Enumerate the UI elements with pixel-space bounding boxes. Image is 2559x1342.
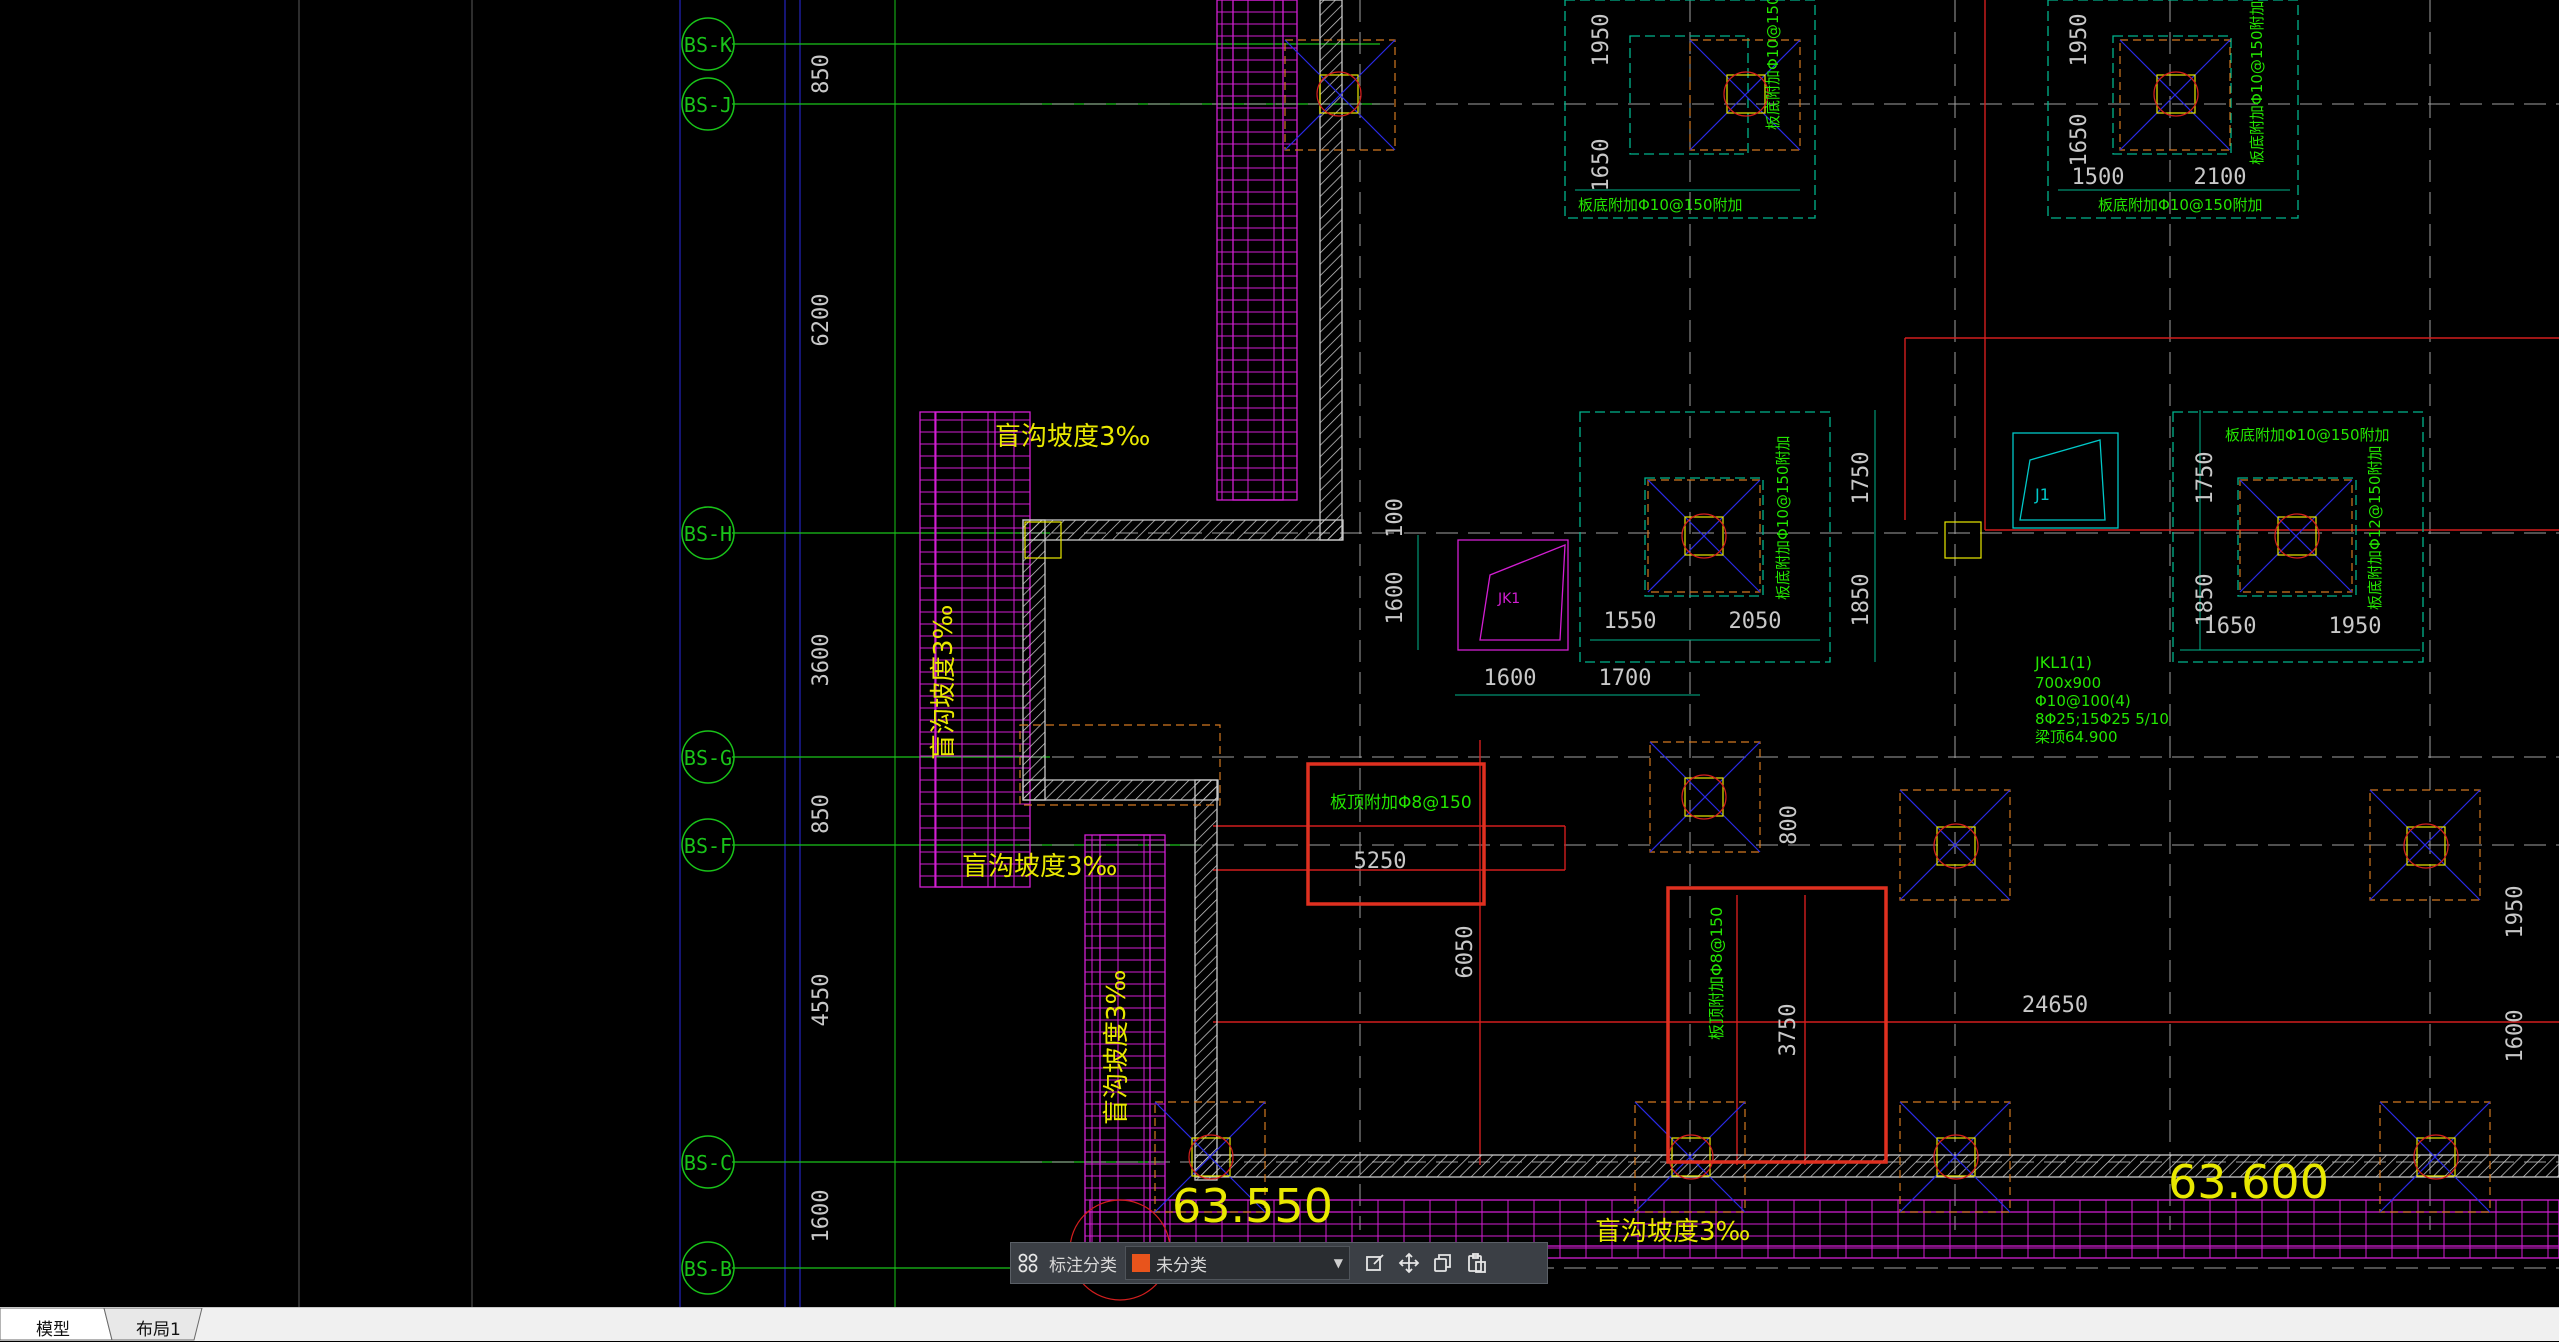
category-color-swatch xyxy=(1132,1254,1150,1272)
dim-text: 6200 xyxy=(809,294,834,347)
svg-text:2100: 2100 xyxy=(2194,165,2247,190)
svg-text:1600: 1600 xyxy=(1383,572,1408,625)
svg-text:板底附加Φ10@150附加: 板底附加Φ10@150附加 xyxy=(1774,435,1792,600)
edit-icon[interactable] xyxy=(1358,1246,1392,1280)
axis-bubble: BS-C xyxy=(681,1135,735,1189)
slope-note: 盲沟坡度3‰ xyxy=(1595,1217,1750,1247)
pit-label: J1 xyxy=(2034,485,2050,504)
annotation-category-toolbar: 标注分类 未分类 ▼ xyxy=(1010,1242,1548,1284)
svg-text:1950: 1950 xyxy=(2329,614,2382,639)
svg-text:1600: 1600 xyxy=(1484,666,1537,691)
axis-bubble: BS-H xyxy=(681,506,735,560)
svg-text:2050: 2050 xyxy=(1729,609,1782,634)
svg-text:BS-H: BS-H xyxy=(684,522,732,546)
svg-text:1650: 1650 xyxy=(1589,139,1614,192)
svg-text:1950: 1950 xyxy=(2503,886,2528,939)
svg-text:BS-C: BS-C xyxy=(684,1151,732,1175)
axis-bubble: BS-G xyxy=(681,730,735,784)
svg-text:1500: 1500 xyxy=(2072,165,2125,190)
svg-text:6050: 6050 xyxy=(1453,926,1478,979)
move-icon[interactable] xyxy=(1392,1246,1426,1280)
svg-text:板底附加Φ10@150附加: 板底附加Φ10@150附加 xyxy=(2248,0,2266,165)
layout-grid-icon[interactable] xyxy=(1011,1246,1045,1280)
svg-text:800: 800 xyxy=(1777,805,1802,845)
svg-text:梁顶64.900: 梁顶64.900 xyxy=(2035,728,2118,746)
elevation-mark: 63.600 xyxy=(2168,1155,2329,1209)
dim-text: 850 xyxy=(809,54,834,94)
axis-bubble: BS-F xyxy=(681,818,735,872)
svg-text:5250: 5250 xyxy=(1354,849,1407,874)
category-select[interactable]: 未分类 ▼ xyxy=(1125,1246,1350,1280)
svg-text:1950: 1950 xyxy=(2067,14,2092,67)
svg-text:1650: 1650 xyxy=(2204,614,2257,639)
svg-text:24650: 24650 xyxy=(2022,993,2088,1018)
svg-text:板顶附加Φ8@150: 板顶附加Φ8@150 xyxy=(1330,793,1472,813)
svg-text:板底附加Φ10@150附加: 板底附加Φ10@150附加 xyxy=(1764,0,1782,130)
svg-text:BS-K: BS-K xyxy=(684,33,732,57)
svg-text:BS-B: BS-B xyxy=(684,1257,732,1281)
cad-drawing[interactable]: BS-K BS-J BS-H BS-G BS-F BS-C BS-B 850 6… xyxy=(0,0,2559,1307)
dim-text: 4550 xyxy=(809,974,834,1027)
svg-text:板顶附加Φ8@150: 板顶附加Φ8@150 xyxy=(1707,907,1726,1040)
vertical-dimensions: 850 6200 3600 850 4550 1600 xyxy=(809,54,834,1242)
svg-text:1550: 1550 xyxy=(1604,609,1657,634)
jkl-title: JKL1(1) xyxy=(2034,653,2092,672)
svg-text:1650: 1650 xyxy=(2067,114,2092,167)
pit-label: JK1 xyxy=(1497,591,1520,607)
svg-text:1950: 1950 xyxy=(1589,14,1614,67)
slope-notes: 盲沟坡度3‰ 盲沟坡度3‰ 盲沟坡度3‰ 盲沟坡度3‰ 盲沟坡度3‰ xyxy=(929,422,1750,1247)
layout-tab-bar: 模型 布局1 xyxy=(0,1307,2559,1341)
svg-text:板底附加Φ10@150附加: 板底附加Φ10@150附加 xyxy=(2225,426,2390,444)
svg-text:板底附加Φ10@150附加: 板底附加Φ10@150附加 xyxy=(2098,196,2263,214)
svg-text:1850: 1850 xyxy=(1849,574,1874,627)
svg-text:BS-F: BS-F xyxy=(684,834,732,858)
category-label: 标注分类 xyxy=(1049,1255,1117,1276)
axis-bubble: BS-J xyxy=(681,77,735,131)
selection-box-5250 xyxy=(1306,762,1486,906)
svg-text:8Φ25;15Φ25 5/10: 8Φ25;15Φ25 5/10 xyxy=(2035,710,2169,728)
slope-note: 盲沟坡度3‰ xyxy=(1102,970,1132,1125)
slope-note: 盲沟坡度3‰ xyxy=(962,852,1117,882)
category-value: 未分类 xyxy=(1156,1255,1207,1276)
svg-text:3750: 3750 xyxy=(1776,1004,1801,1057)
paste-icon[interactable] xyxy=(1460,1246,1494,1280)
footings xyxy=(1564,0,2424,663)
dim-text: 1600 xyxy=(809,1190,834,1243)
slope-note: 盲沟坡度3‰ xyxy=(995,422,1150,452)
axis-bubbles: BS-K BS-J BS-H BS-G BS-F BS-C BS-B xyxy=(681,17,735,1295)
axis-bubble: BS-B xyxy=(681,1241,735,1295)
svg-text:板底附加Φ10@150附加: 板底附加Φ10@150附加 xyxy=(1578,196,1743,214)
svg-text:BS-G: BS-G xyxy=(684,746,732,770)
svg-text:1700: 1700 xyxy=(1599,666,1652,691)
tab-model[interactable]: 模型 xyxy=(36,1315,70,1340)
svg-text:100: 100 xyxy=(1383,498,1408,538)
tab-layout1[interactable]: 布局1 xyxy=(136,1315,181,1340)
frame-lines xyxy=(298,0,896,1307)
svg-text:1600: 1600 xyxy=(2503,1010,2528,1063)
svg-text:700x900: 700x900 xyxy=(2035,674,2101,692)
slope-note: 盲沟坡度3‰ xyxy=(929,605,959,760)
svg-text:BS-J: BS-J xyxy=(684,93,732,117)
dim-text: 3600 xyxy=(809,634,834,687)
svg-text:Φ10@100(4): Φ10@100(4) xyxy=(2035,692,2131,710)
axis-bubble: BS-K xyxy=(681,17,735,71)
svg-text:板底附加Φ12@150附加: 板底附加Φ12@150附加 xyxy=(2366,445,2384,610)
copy-icon[interactable] xyxy=(1426,1246,1460,1280)
elevation-mark: 63.550 xyxy=(1172,1179,1333,1233)
cad-drawing-canvas[interactable]: BS-K BS-J BS-H BS-G BS-F BS-C BS-B 850 6… xyxy=(0,0,2559,1307)
svg-text:1750: 1750 xyxy=(2193,452,2218,505)
dim-text: 850 xyxy=(809,794,834,834)
chevron-down-icon: ▼ xyxy=(1333,1256,1343,1270)
svg-text:1750: 1750 xyxy=(1849,452,1874,505)
